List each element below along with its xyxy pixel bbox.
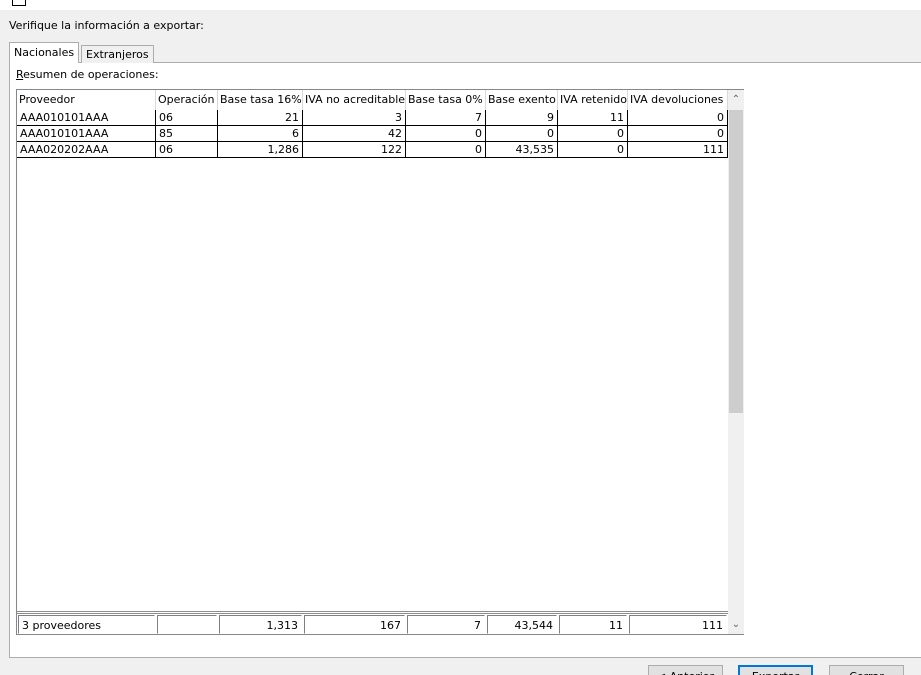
- total-cell: [157, 615, 217, 634]
- total-cell: 1,313: [219, 615, 302, 634]
- table-cell[interactable]: 122: [303, 142, 406, 158]
- total-cell: 3 proveedores: [18, 615, 155, 634]
- table-cell[interactable]: 43,535: [486, 142, 558, 158]
- column-header[interactable]: Base exento: [486, 90, 558, 110]
- totals-separator: [17, 611, 728, 612]
- table-cell[interactable]: 9: [486, 110, 558, 126]
- table-cell[interactable]: 0: [628, 110, 728, 126]
- column-header[interactable]: Base tasa 0%: [406, 90, 486, 110]
- column-header[interactable]: Operación: [156, 90, 218, 110]
- close-button[interactable]: Cerrar: [829, 665, 904, 675]
- scrollbar-thumb[interactable]: [729, 110, 743, 413]
- chevron-up-icon[interactable]: ⌃: [728, 91, 744, 108]
- table-cell[interactable]: 3: [303, 110, 406, 126]
- table-cell[interactable]: AAA020202AAA: [17, 142, 156, 158]
- table-cell[interactable]: 0: [558, 142, 628, 158]
- column-header[interactable]: IVA retenido: [558, 90, 628, 110]
- section-label-text: esumen de operaciones:: [23, 68, 159, 81]
- table-cell[interactable]: 06: [156, 142, 218, 158]
- top-strip: [0, 0, 921, 10]
- operations-grid[interactable]: ⌃ ⌄ Proveedor Operación Base tasa 16% IVA n…: [16, 89, 744, 635]
- total-cell: 7: [407, 615, 485, 634]
- table-cell[interactable]: 0: [486, 126, 558, 142]
- window-icon: [12, 0, 26, 6]
- total-cell: 167: [304, 615, 405, 634]
- section-label: Resumen de operaciones:: [16, 68, 159, 81]
- table-cell[interactable]: 85: [156, 126, 218, 142]
- column-header[interactable]: Base tasa 16%: [218, 90, 303, 110]
- table-cell[interactable]: 7: [406, 110, 486, 126]
- total-cell: 43,544: [487, 615, 557, 634]
- instruction-text: Verifique la información a exportar:: [9, 19, 204, 32]
- table-cell[interactable]: AAA010101AAA: [17, 110, 156, 126]
- table-cell[interactable]: 111: [628, 142, 728, 158]
- table-cell[interactable]: 0: [558, 126, 628, 142]
- column-header[interactable]: Proveedor: [17, 90, 156, 110]
- export-button[interactable]: Exportar: [738, 665, 813, 675]
- column-header[interactable]: IVA no acreditable: [303, 90, 406, 110]
- table-cell[interactable]: 1,286: [218, 142, 303, 158]
- totals-separator: [17, 613, 728, 614]
- total-cell: 11: [559, 615, 627, 634]
- table-cell[interactable]: 0: [406, 126, 486, 142]
- back-button[interactable]: < Anterior: [648, 665, 723, 675]
- table-cell[interactable]: 21: [218, 110, 303, 126]
- tab-extranjeros[interactable]: Extranjeros: [81, 45, 154, 63]
- table-cell[interactable]: AAA010101AAA: [17, 126, 156, 142]
- tab-nacionales[interactable]: Nacionales: [9, 42, 80, 63]
- table-cell[interactable]: 42: [303, 126, 406, 142]
- table-cell[interactable]: 06: [156, 110, 218, 126]
- table-cell[interactable]: 6: [218, 126, 303, 142]
- vertical-scrollbar[interactable]: ⌃ ⌄: [728, 90, 744, 634]
- total-cell: 111: [629, 615, 727, 634]
- table-cell[interactable]: 0: [406, 142, 486, 158]
- table-cell[interactable]: 11: [558, 110, 628, 126]
- column-header[interactable]: IVA devoluciones: [628, 90, 728, 110]
- table-cell[interactable]: 0: [628, 126, 728, 142]
- chevron-down-icon[interactable]: ⌄: [728, 616, 744, 633]
